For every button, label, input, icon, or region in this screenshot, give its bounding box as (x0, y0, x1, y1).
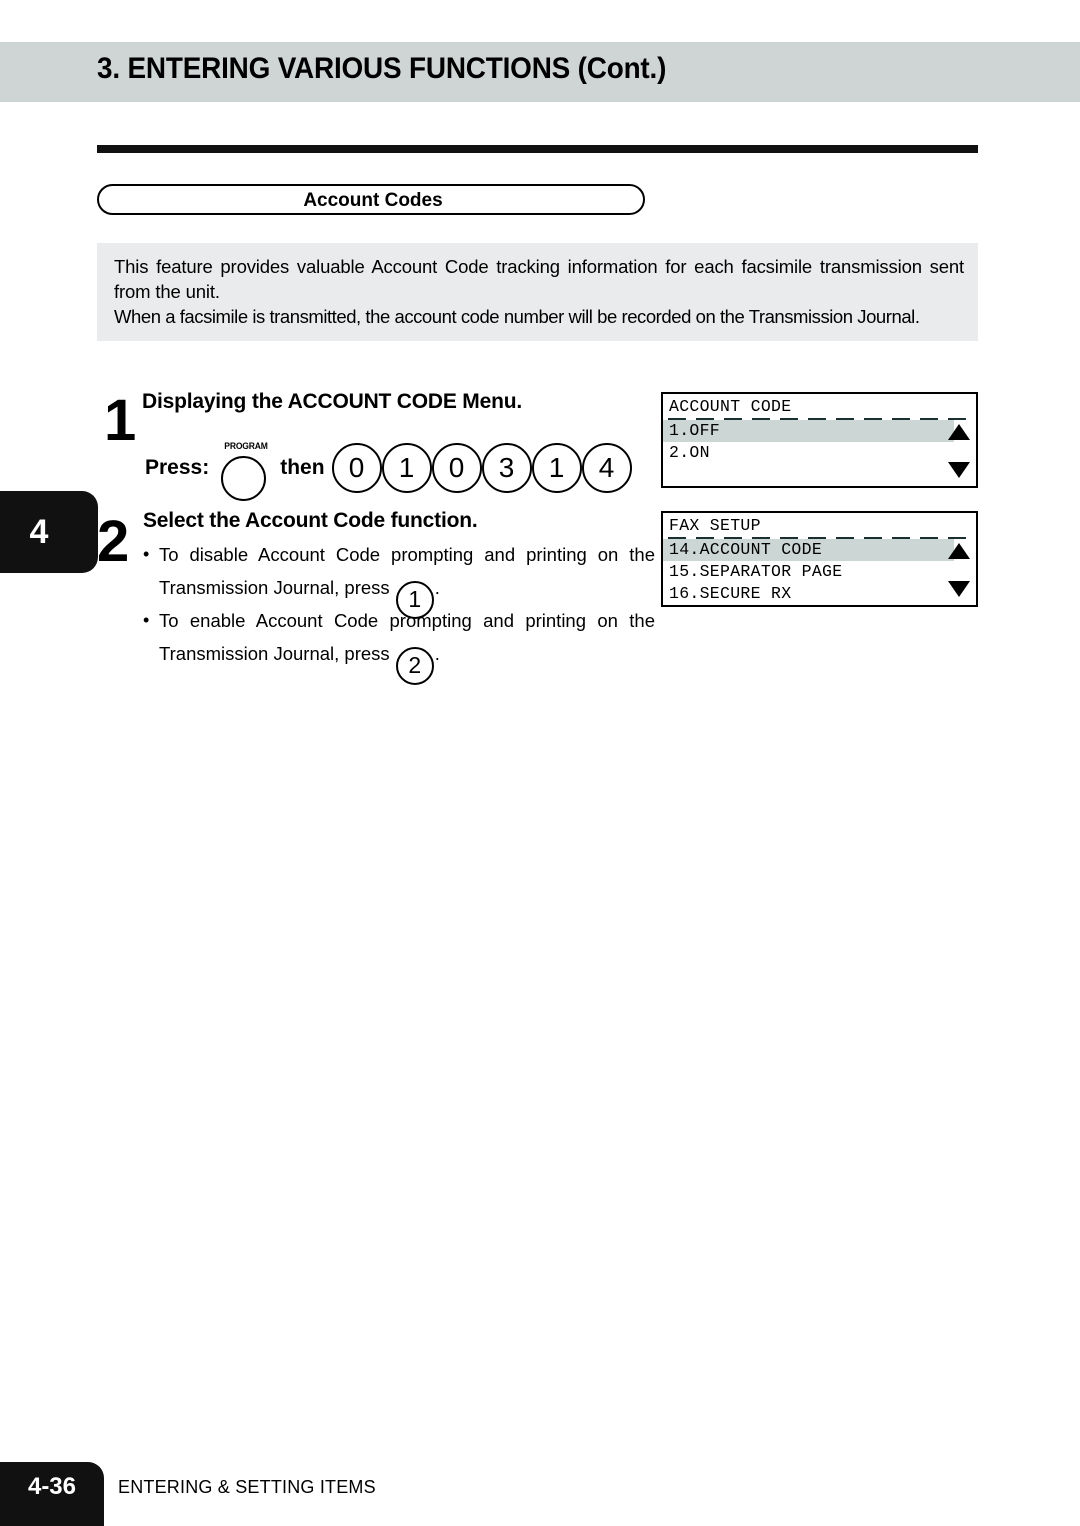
step-1-number: 1 (104, 388, 136, 453)
step-2-number: 2 (97, 509, 129, 574)
key-button-1[interactable]: 1 (381, 443, 432, 493)
intro-paragraph-2: When a facsimile is transmitted, the acc… (114, 306, 920, 327)
header-divider-rule (97, 145, 978, 153)
lcd-2-rows: 14.ACCOUNT CODE 15.SEPARATOR PAGE 16.SEC… (663, 539, 976, 605)
footer-page-number: 4-36 (27, 1473, 77, 1500)
bullet-1-line-2-suffix: . (434, 577, 440, 598)
key-button-5[interactable]: 4 (581, 443, 632, 493)
lcd-1-row[interactable]: 2.ON (663, 442, 976, 464)
program-button[interactable]: PROGRAM (218, 440, 274, 501)
step-2-title: Select the Account Code function. (143, 509, 478, 532)
lcd-panel-fax-setup: FAX SETUP 14.ACCOUNT CODE 15.SEPARATOR P… (661, 511, 978, 607)
step-1-title: Displaying the ACCOUNT CODE Menu. (142, 390, 522, 413)
scroll-up-arrow-icon[interactable] (948, 424, 970, 440)
bullet-2-line-1: To enable Account Code prompting and pri… (159, 610, 655, 631)
intro-paragraph-1: This feature provides valuable Account C… (114, 256, 964, 302)
key-button-0[interactable]: 0 (331, 443, 382, 493)
bullet-dot-icon: • (143, 544, 150, 564)
page-title: 3. ENTERING VARIOUS FUNCTIONS (Cont.) (97, 52, 667, 85)
key-button-3[interactable]: 3 (481, 443, 532, 493)
footer-page-tab: 4-36 (0, 1462, 104, 1526)
key-button-4[interactable]: 1 (531, 443, 582, 493)
bullet-1-line-1: To disable Account Code prompting and pr… (159, 544, 655, 565)
lcd-panel-account-code: ACCOUNT CODE 1.OFF 2.ON (661, 392, 978, 488)
bullet-2-line-2-prefix: Transmission Journal, press (159, 643, 390, 664)
chapter-tab-number: 4 (29, 513, 49, 551)
section-title-pill: Account Codes (97, 184, 645, 215)
intro-description-block: This feature provides valuable Account C… (97, 243, 978, 341)
key-button-enable[interactable]: 2 (395, 646, 434, 685)
footer-caption: ENTERING & SETTING ITEMS (118, 1477, 376, 1497)
scroll-up-arrow-icon[interactable] (948, 543, 970, 559)
section-title-label: Account Codes (303, 190, 443, 211)
lcd-2-row[interactable]: 16.SECURE RX (663, 583, 976, 605)
then-label: then (280, 456, 325, 479)
press-label: Press: (145, 456, 210, 479)
bullet-2-line-2-suffix: . (434, 643, 440, 664)
bullet-1-line-2-prefix: Transmission Journal, press (159, 577, 390, 598)
lcd-1-rows: 1.OFF 2.ON (663, 420, 976, 464)
step-1-key-sequence: Press: PROGRAM then 0 1 0 3 1 4 (145, 440, 632, 501)
scroll-down-arrow-icon[interactable] (948, 462, 970, 478)
bullet-2-line-2: Transmission Journal, press 2. (159, 637, 655, 685)
key-button-2[interactable]: 0 (431, 443, 482, 493)
lcd-2-row-selected[interactable]: 14.ACCOUNT CODE (663, 539, 954, 561)
lcd-2-row[interactable]: 15.SEPARATOR PAGE (663, 561, 976, 583)
step-2-bullet-2: • To enable Account Code prompting and p… (143, 604, 655, 685)
lcd-1-title: ACCOUNT CODE (669, 397, 792, 416)
bullet-dot-icon: • (143, 610, 150, 630)
chapter-tab: 4 (0, 491, 98, 573)
program-button-circle-icon (221, 456, 267, 501)
lcd-1-row-selected[interactable]: 1.OFF (663, 420, 954, 442)
scroll-down-arrow-icon[interactable] (948, 581, 970, 597)
program-button-caption: PROGRAM (224, 441, 269, 452)
lcd-2-title: FAX SETUP (669, 516, 761, 535)
